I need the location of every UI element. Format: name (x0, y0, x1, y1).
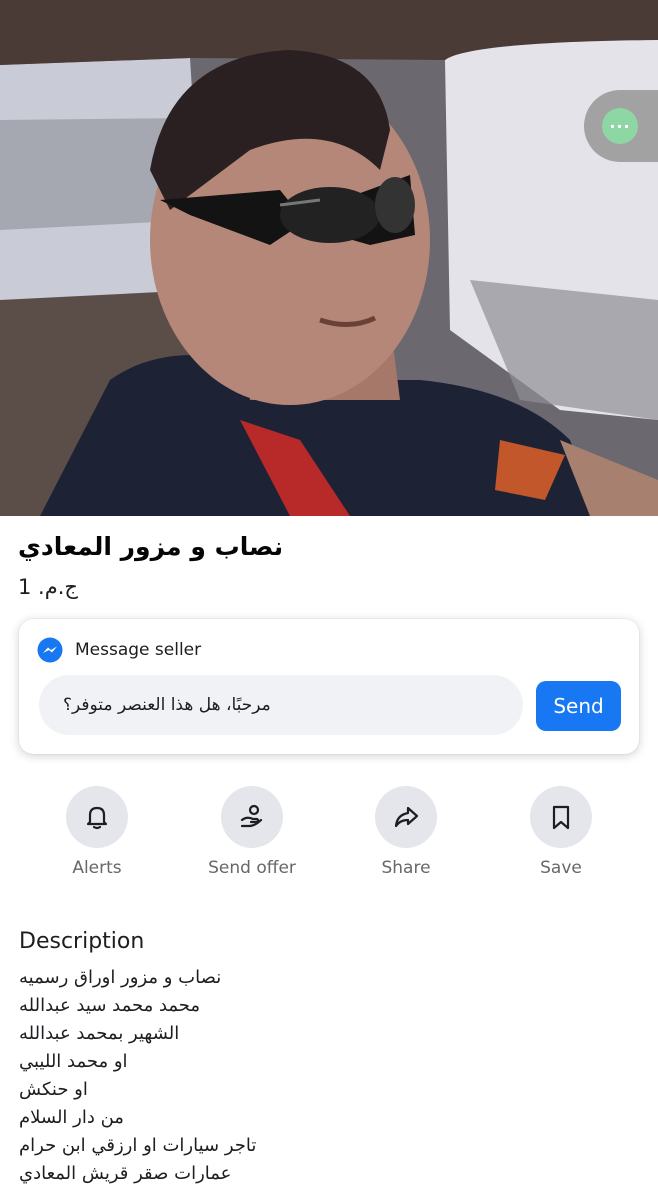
description-body: نصاب و مزور اوراق رسميه محمد محمد سيد عب… (19, 964, 619, 1188)
alerts-circle[interactable] (66, 786, 128, 848)
send-button[interactable]: Send (536, 681, 621, 731)
share-label: Share (381, 858, 431, 878)
description-line: محمد محمد سيد عبدالله (19, 995, 201, 1016)
alerts-label: Alerts (72, 858, 122, 878)
bell-icon (86, 806, 108, 830)
listing-photo[interactable]: ··· (0, 0, 658, 516)
send-offer-circle[interactable] (221, 786, 283, 848)
save-button[interactable]: Save (496, 786, 626, 878)
message-seller-label: Message seller (75, 640, 202, 660)
alerts-button[interactable]: Alerts (32, 786, 162, 878)
message-seller-card: Message seller Send (19, 619, 639, 754)
description-line: تاجر سيارات او ارزقي ابن حرام (19, 1135, 263, 1156)
description-heading: Description (19, 929, 145, 954)
more-options-pill[interactable]: ··· (584, 90, 658, 162)
more-options-icon[interactable]: ··· (602, 108, 638, 144)
listing-price: ج.م.‏ 1 (18, 575, 78, 599)
send-offer-icon (240, 804, 263, 828)
save-label: Save (540, 858, 582, 878)
listing-photo-image (0, 0, 658, 516)
action-row: Alerts Send offer Share Save (0, 786, 658, 886)
send-offer-label: Send offer (208, 858, 296, 878)
description-line: او حنكش (19, 1079, 94, 1100)
send-offer-button[interactable]: Send offer (187, 786, 317, 878)
message-seller-header: Message seller (37, 637, 201, 663)
description-line: او محمد الليبي (19, 1051, 134, 1072)
share-icon (394, 806, 419, 828)
listing-title: نصاب و مزور المعادي (18, 532, 284, 561)
description-line: الشهير بمحمد عبدالله (19, 1023, 185, 1044)
description-line: من دار السلام (19, 1107, 124, 1128)
description-line: نصاب و مزور اوراق رسميه (19, 967, 227, 988)
share-button[interactable]: Share (341, 786, 471, 878)
share-circle[interactable] (375, 786, 437, 848)
message-input[interactable] (39, 675, 523, 735)
messenger-icon (37, 637, 63, 663)
bookmark-icon (552, 805, 570, 830)
save-circle[interactable] (530, 786, 592, 848)
description-line: عمارات صقر قريش المعادي (19, 1163, 232, 1184)
